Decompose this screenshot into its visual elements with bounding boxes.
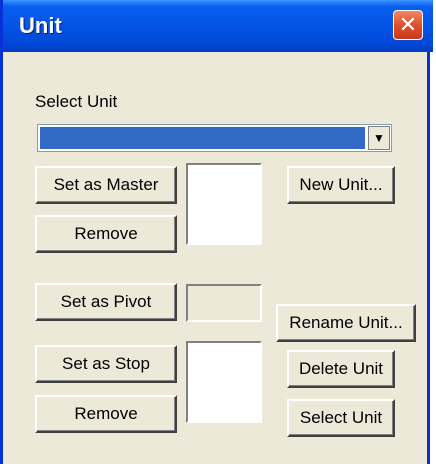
set-as-pivot-button[interactable]: Set as Pivot bbox=[35, 283, 177, 321]
title-bar[interactable]: Unit ✕ bbox=[3, 0, 433, 52]
set-as-master-button[interactable]: Set as Master bbox=[35, 166, 177, 204]
close-button[interactable]: ✕ bbox=[393, 10, 423, 40]
close-icon: ✕ bbox=[398, 12, 418, 37]
pivot-preview-box bbox=[186, 284, 262, 322]
unit-dropdown-value bbox=[40, 127, 365, 149]
chevron-down-icon: ▼ bbox=[373, 131, 385, 145]
remove-master-button[interactable]: Remove bbox=[35, 215, 177, 253]
set-as-stop-button[interactable]: Set as Stop bbox=[35, 345, 177, 383]
unit-dropdown[interactable]: ▼ bbox=[37, 124, 392, 152]
unit-dialog: Unit ✕ Select Unit ▼ Set as Master New U… bbox=[0, 0, 433, 464]
new-unit-button[interactable]: New Unit... bbox=[287, 166, 395, 204]
master-preview-box bbox=[186, 163, 262, 245]
delete-unit-button[interactable]: Delete Unit bbox=[287, 350, 395, 388]
window-title: Unit bbox=[19, 13, 62, 38]
rename-unit-button[interactable]: Rename Unit... bbox=[276, 304, 416, 342]
stop-preview-box bbox=[186, 341, 262, 423]
select-unit-label: Select Unit bbox=[35, 92, 118, 111]
select-unit-button[interactable]: Select Unit bbox=[287, 399, 395, 437]
dropdown-button[interactable]: ▼ bbox=[368, 126, 390, 150]
remove-stop-button[interactable]: Remove bbox=[35, 395, 177, 433]
